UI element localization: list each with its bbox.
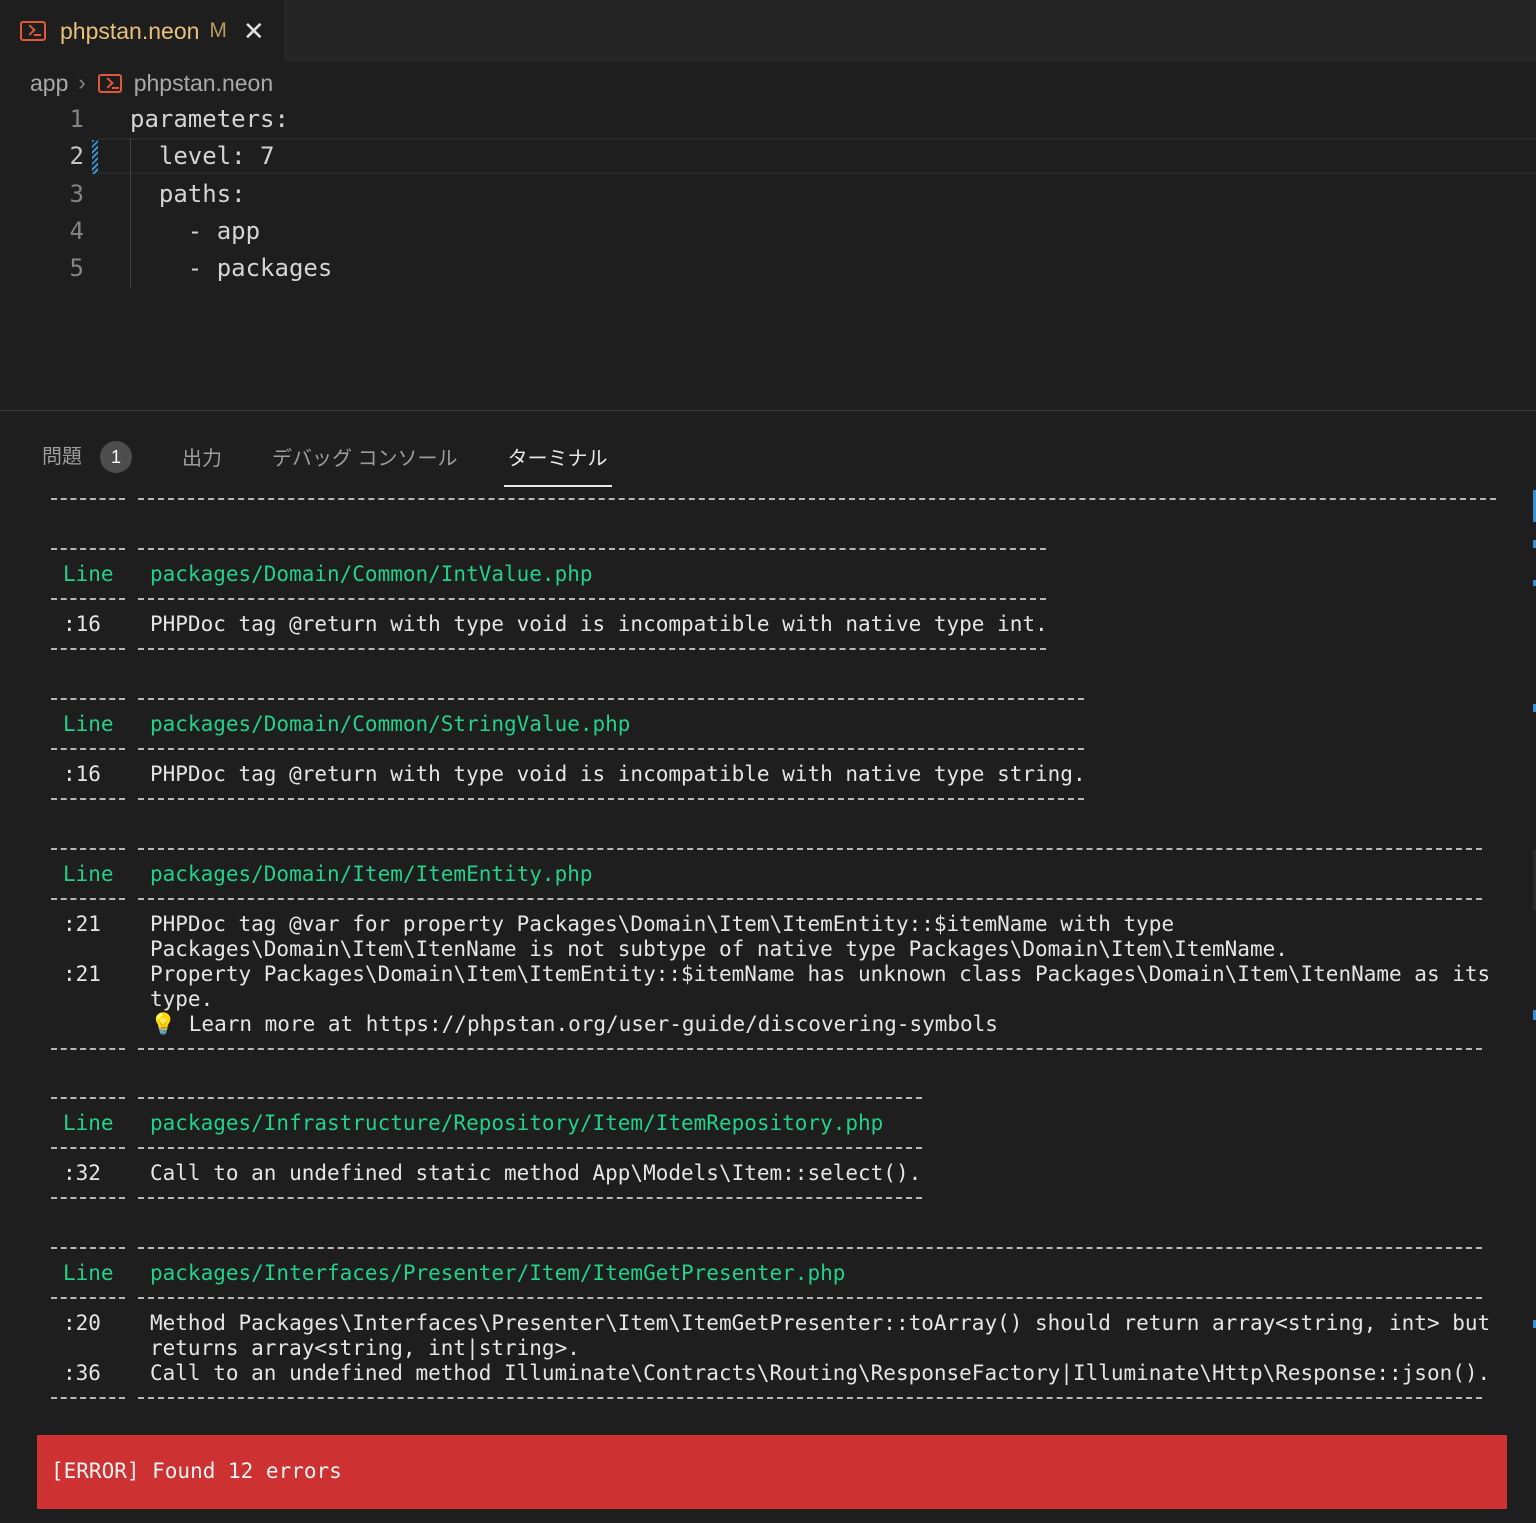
editor-tab-phpstan-neon[interactable]: phpstan.neon M ✕ — [0, 0, 284, 62]
error-summary-bar: [ERROR] Found 12 errors — [37, 1435, 1507, 1509]
line-number: 5 — [69, 254, 84, 282]
code-text: paths: — [130, 180, 246, 208]
error-summary-text: [ERROR] Found 12 errors — [51, 1459, 342, 1483]
problems-count-badge: 1 — [100, 440, 132, 473]
chevron-right-icon: › — [78, 70, 86, 95]
code-text: parameters: — [130, 105, 289, 133]
tab-terminal[interactable]: ターミナル — [503, 436, 612, 487]
line-number: 1 — [69, 105, 84, 133]
modified-indicator: M — [209, 19, 227, 42]
tab-problems-label: 問題 — [42, 445, 82, 468]
bottom-panel: 問題 1 出力 デバッグ コンソール ターミナル — [0, 410, 1536, 1523]
code-text: - packages — [130, 254, 333, 282]
tab-bar: phpstan.neon M ✕ — [0, 0, 1536, 62]
code-text: level: 7 — [130, 142, 275, 170]
code-line: 3 paths: — [0, 176, 1536, 213]
code-line: 4 - app — [0, 213, 1536, 250]
code-line: 1 parameters: — [0, 101, 1536, 138]
tab-output[interactable]: 出力 — [178, 436, 226, 477]
line-number: 4 — [69, 217, 84, 245]
terminal-file-icon — [20, 21, 46, 41]
breadcrumb: app › phpstan.neon — [30, 66, 273, 100]
line-number: 3 — [69, 180, 84, 208]
code-line: 5 - packages — [0, 250, 1536, 287]
breadcrumb-folder[interactable]: app — [30, 70, 68, 97]
terminal-scrollbar[interactable] — [1532, 490, 1536, 1390]
panel-tabs: 問題 1 出力 デバッグ コンソール ターミナル — [38, 431, 654, 487]
code-editor[interactable]: 1 parameters: 2 level: 7 3 paths: 4 - ap… — [0, 100, 1536, 410]
line-number: 2 — [69, 142, 84, 170]
tab-debug-console[interactable]: デバッグ コンソール — [268, 436, 462, 477]
code-line: 2 level: 7 — [0, 138, 1536, 175]
terminal-file-icon — [97, 73, 122, 93]
tab-filename: phpstan.neon — [60, 17, 200, 44]
tab-problems[interactable]: 問題 1 — [38, 434, 136, 479]
close-icon[interactable]: ✕ — [243, 18, 265, 44]
code-text: - app — [130, 217, 261, 245]
breadcrumb-file[interactable]: phpstan.neon — [134, 70, 273, 97]
